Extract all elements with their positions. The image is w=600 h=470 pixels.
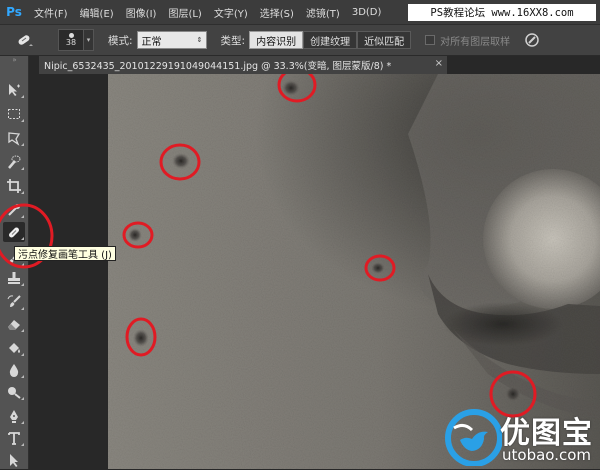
menu-file[interactable]: 文件(F)	[28, 5, 74, 20]
brush-picker-arrow[interactable]: ▾	[84, 29, 94, 51]
clone-stamp-icon	[8, 272, 20, 284]
tool-pen[interactable]	[3, 406, 25, 426]
tool-type[interactable]	[3, 428, 25, 448]
watermark-url: utobao.com	[502, 446, 591, 464]
tool-paint-bucket[interactable]	[3, 338, 25, 358]
tool-marquee[interactable]	[3, 104, 25, 124]
menu-filter[interactable]: 滤镜(T)	[300, 5, 346, 20]
options-bar: 38 ▾ 模式: 正常 ⇕ 类型: 内容识别 创建纹理 近似匹配 对所有图层取样	[0, 24, 600, 56]
menu-image[interactable]: 图像(I)	[120, 5, 163, 20]
toolbox-collapse-icon[interactable]: »	[2, 57, 27, 64]
tool-eraser[interactable]	[3, 314, 25, 334]
history-brush-icon	[7, 295, 21, 307]
sample-all-label: 对所有图层取样	[440, 36, 511, 48]
type-proximity-match-button[interactable]: 近似匹配	[357, 31, 412, 49]
menu-3d[interactable]: 3D(D)	[346, 7, 388, 18]
brush-size-value: 38	[65, 38, 77, 47]
tool-crop[interactable]	[3, 176, 25, 196]
brush-size-preview[interactable]: 38	[58, 29, 84, 51]
tool-move[interactable]	[3, 80, 25, 100]
tool-clone-stamp[interactable]	[3, 268, 25, 288]
blur-icon	[9, 364, 19, 377]
menu-bar: Ps 文件(F) 编辑(E) 图像(I) 图层(L) 文字(Y) 选择(S) 滤…	[0, 0, 600, 24]
eraser-icon	[8, 320, 20, 330]
bird-icon	[445, 409, 502, 466]
document-title: Nipic_6532435_20101229191049044151.jpg @…	[44, 61, 392, 72]
menu-layer[interactable]: 图层(L)	[162, 5, 207, 20]
menu-type[interactable]: 文字(Y)	[208, 5, 254, 20]
type-create-texture-button[interactable]: 创建纹理	[303, 31, 358, 49]
type-content-aware-button[interactable]: 内容识别	[249, 31, 304, 49]
type-label: 类型:	[220, 34, 246, 47]
tool-dodge[interactable]	[3, 382, 25, 402]
tool-preset-picker[interactable]	[6, 28, 44, 52]
crop-icon	[7, 179, 21, 193]
quick-select-icon	[8, 155, 21, 169]
lasso-icon	[8, 132, 21, 146]
spot-healing-brush-icon	[18, 35, 33, 46]
mode-label: 模式:	[108, 34, 133, 47]
mode-value: 正常	[141, 36, 162, 48]
forum-banner: PS教程论坛 www.16XX8.com	[408, 4, 596, 21]
tool-quick-select[interactable]	[3, 152, 25, 172]
dodge-icon	[8, 387, 21, 399]
path-select-icon	[10, 454, 18, 467]
paint-bucket-icon	[9, 343, 20, 353]
type-icon	[8, 432, 20, 445]
tool-lasso[interactable]	[3, 128, 25, 148]
document-tab[interactable]: Nipic_6532435_20101229191049044151.jpg @…	[39, 56, 447, 74]
document-tab-bar: Nipic_6532435_20101229191049044151.jpg @…	[29, 56, 600, 74]
tool-tooltip: 污点修复画笔工具 (J)	[14, 246, 116, 261]
pen-icon	[10, 410, 18, 423]
close-icon[interactable]: ×	[435, 58, 443, 69]
tool-path-select[interactable]	[3, 450, 25, 470]
sample-all-checkbox[interactable]	[425, 35, 436, 45]
menu-select[interactable]: 选择(S)	[254, 5, 300, 20]
pressure-size-button[interactable]	[522, 30, 542, 50]
select-arrows-icon: ⇕	[196, 36, 203, 44]
move-icon	[9, 84, 20, 96]
utobao-watermark: 优图宝 utobao.com	[442, 406, 600, 469]
tool-blur[interactable]	[3, 360, 25, 380]
sample-all-layers[interactable]: 对所有图层取样	[425, 33, 510, 48]
marquee-icon	[8, 109, 20, 119]
mode-select[interactable]: 正常 ⇕	[136, 31, 207, 49]
pressure-size-icon	[525, 33, 539, 47]
pasteboard	[29, 74, 108, 469]
menu-edit[interactable]: 编辑(E)	[74, 5, 120, 20]
tool-history-brush[interactable]	[3, 292, 25, 312]
photoshop-logo: Ps	[6, 5, 22, 19]
